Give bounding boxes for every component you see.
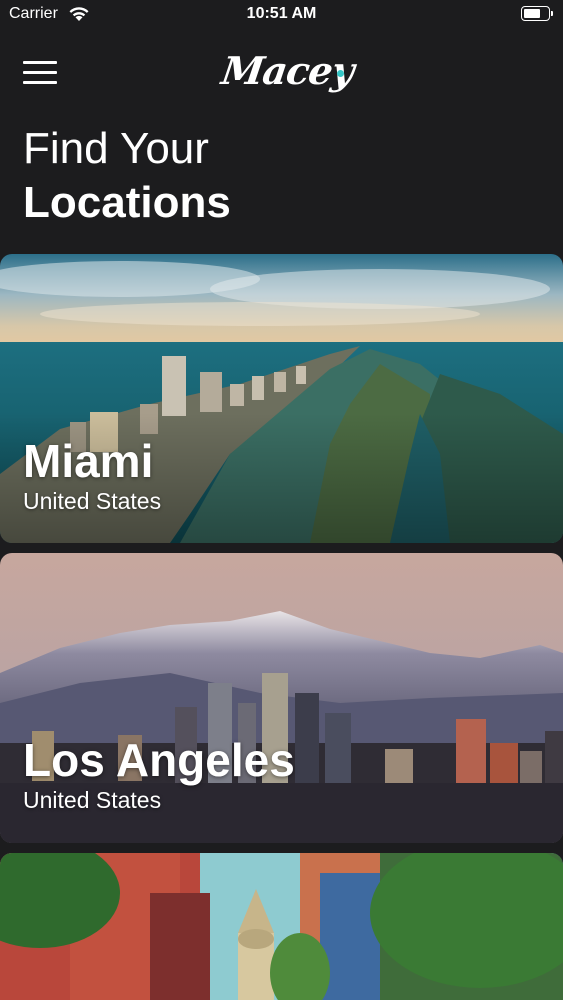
logo-dot bbox=[337, 70, 344, 77]
location-name: Miami bbox=[23, 435, 154, 487]
location-name: Los Angeles bbox=[23, 734, 295, 786]
battery-icon bbox=[521, 6, 553, 21]
hamburger-menu-icon bbox=[23, 61, 57, 64]
menu-button[interactable] bbox=[23, 58, 57, 86]
page-title-line2: Locations bbox=[23, 178, 231, 227]
location-card-miami[interactable]: Miami United States bbox=[0, 254, 563, 543]
location-card-los-angeles[interactable]: Los Angeles United States bbox=[0, 553, 563, 843]
page-title-line1: Find Your bbox=[23, 124, 209, 173]
location-country: United States bbox=[23, 488, 162, 514]
status-bar: Carrier 10:51 AM bbox=[0, 0, 563, 30]
location-country: United States bbox=[23, 787, 162, 813]
colonial-street-photo bbox=[0, 853, 563, 1000]
app-logo: Macey bbox=[218, 48, 357, 93]
location-card-cartagena[interactable] bbox=[0, 853, 563, 1000]
clock: 10:51 AM bbox=[246, 5, 317, 22]
